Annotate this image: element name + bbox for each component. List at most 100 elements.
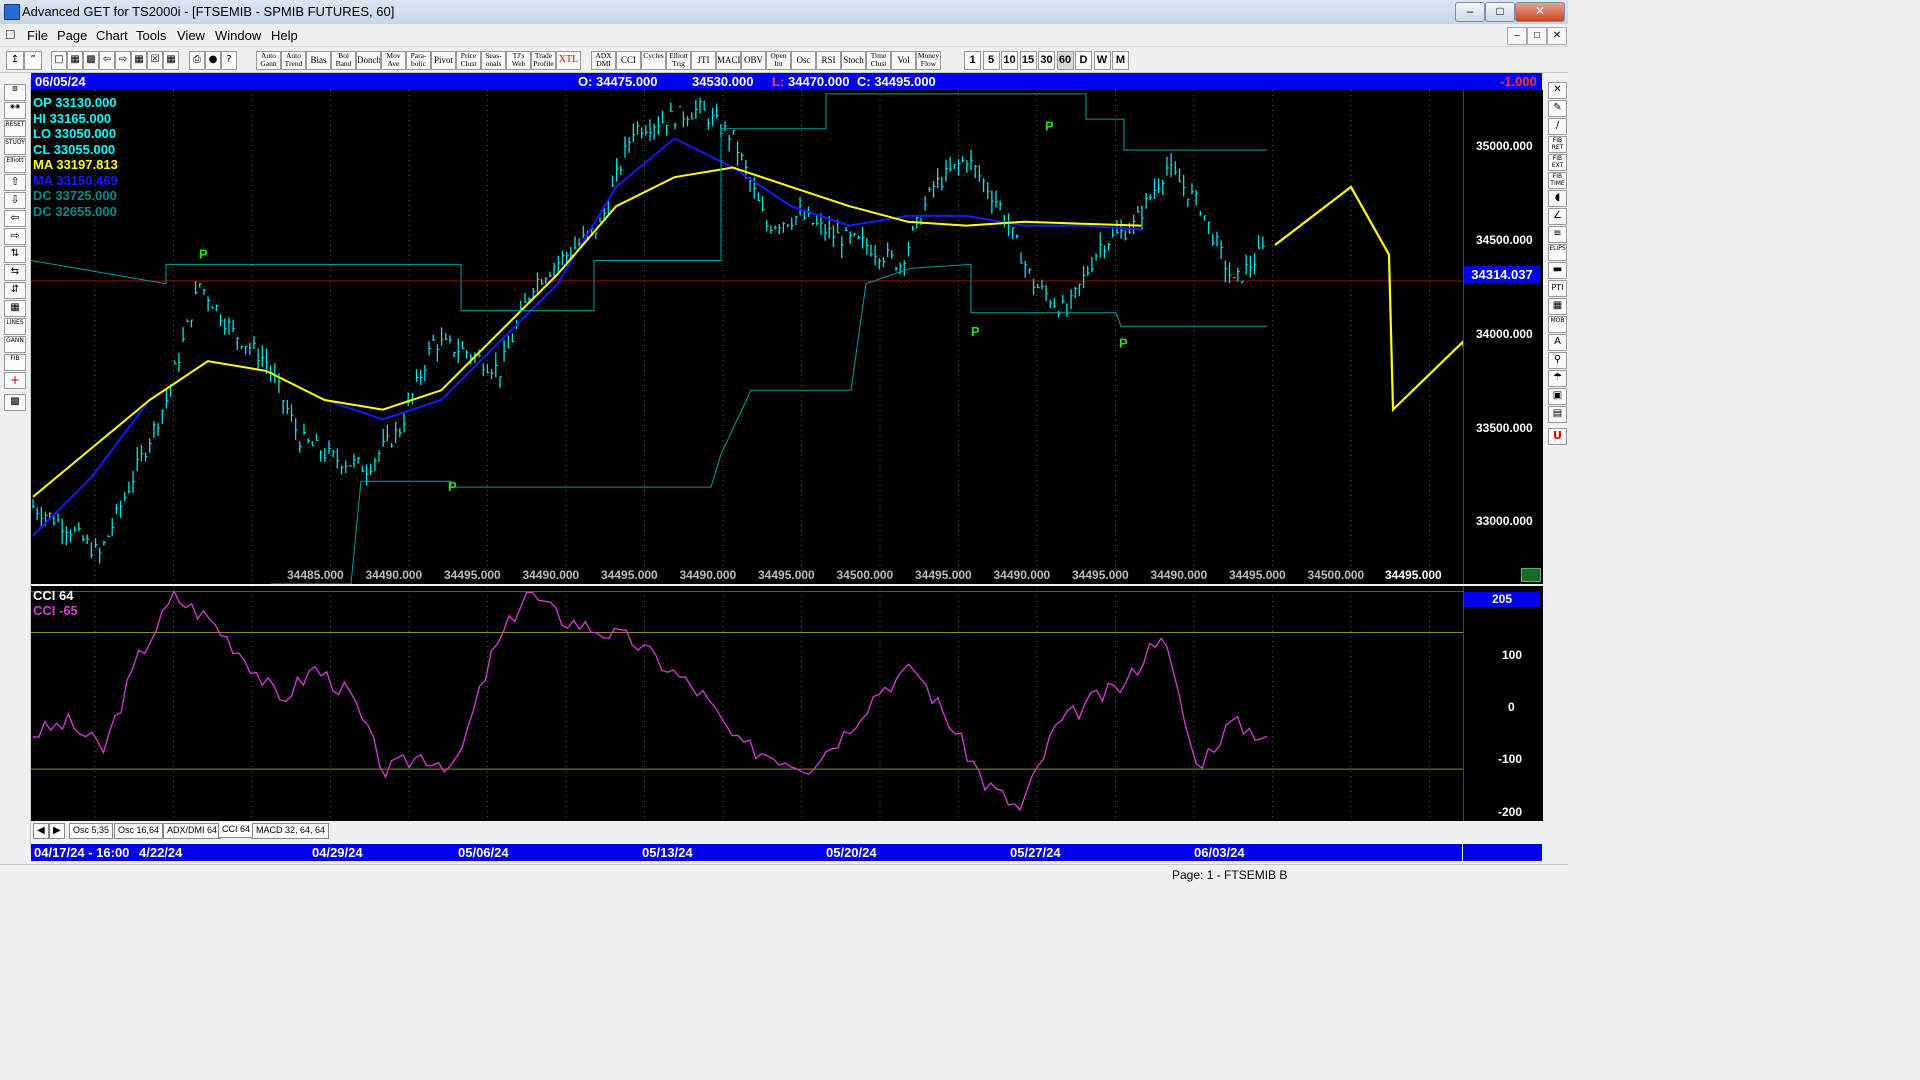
- study-button-mov-ave[interactable]: Mov Ave: [381, 51, 406, 70]
- tab-next-button[interactable]: ▶: [49, 823, 65, 839]
- period-button-30[interactable]: 30: [1038, 51, 1055, 70]
- menu-window[interactable]: Window: [215, 28, 261, 43]
- menu-chart[interactable]: Chart: [96, 28, 128, 43]
- study-button-auto-gann[interactable]: Auto Gann: [256, 51, 281, 70]
- channel-icon[interactable]: ≡: [1548, 226, 1567, 243]
- save-icon[interactable]: ▩: [83, 51, 99, 70]
- grid-icon[interactable]: ▦: [163, 51, 179, 70]
- compress-icon[interactable]: ⇵: [4, 282, 26, 299]
- arrow-down-icon[interactable]: ⇩: [4, 192, 26, 209]
- quote-icon[interactable]: ”: [24, 51, 42, 70]
- period-button-d[interactable]: D: [1075, 51, 1092, 70]
- cci-pane[interactable]: CCI 64 CCI -65 205 100 0 -100 -200: [31, 586, 1543, 821]
- study-button-open-int[interactable]: Open Int: [766, 51, 791, 70]
- menu-help[interactable]: Help: [271, 28, 298, 43]
- expand-vertical-icon[interactable]: ⇅: [4, 246, 26, 263]
- study-button-para-bolic[interactable]: Para-bolic: [406, 51, 431, 70]
- study-button-pivot[interactable]: Pivot: [431, 51, 456, 70]
- fan-icon[interactable]: ◖: [1548, 190, 1567, 207]
- menu-tools[interactable]: Tools: [136, 28, 166, 43]
- grid-tool-icon[interactable]: ▦: [1548, 298, 1567, 315]
- period-button-m[interactable]: M: [1112, 51, 1129, 70]
- study-button-price-clust[interactable]: Price Clust: [456, 51, 481, 70]
- fib-icon[interactable]: FIB: [4, 354, 26, 371]
- tab-osc-16-64[interactable]: Osc 16,64: [114, 823, 164, 839]
- study-button-cycles[interactable]: Cycles: [641, 51, 666, 70]
- study-button-rsi[interactable]: RSI: [816, 51, 841, 70]
- stamp-icon[interactable]: ▣: [1548, 388, 1567, 405]
- close-x-icon[interactable]: ✕: [1548, 82, 1567, 99]
- lines-icon[interactable]: LINES: [4, 318, 26, 335]
- trendline-icon[interactable]: ∕: [1548, 118, 1567, 135]
- tab-macd[interactable]: MACD 32, 64, 64: [252, 823, 330, 839]
- print-icon[interactable]: ⎙: [189, 51, 205, 70]
- study-button-elliott-trig[interactable]: Elliott Trig: [666, 51, 691, 70]
- zoom-icon[interactable]: ⚲: [1548, 352, 1567, 369]
- chart-corner-icon[interactable]: [1521, 568, 1541, 582]
- reset-icon[interactable]: RESET: [4, 120, 26, 137]
- properties-icon[interactable]: ▩: [4, 394, 26, 411]
- pti-icon[interactable]: PTI: [1548, 280, 1567, 297]
- binoculars-icon[interactable]: ◉◉: [4, 102, 26, 119]
- tab-cci[interactable]: CCI 64: [218, 823, 255, 838]
- help-icon[interactable]: ?: [221, 51, 237, 70]
- forward-icon[interactable]: ⇨: [115, 51, 131, 70]
- book-icon[interactable]: ▤: [1548, 406, 1567, 423]
- fib-ext-icon[interactable]: FIB EXT: [1548, 154, 1567, 171]
- study-button-stoch[interactable]: Stoch: [841, 51, 866, 70]
- arrow-up-icon[interactable]: ⇧: [4, 174, 26, 191]
- study-button-vol[interactable]: Vol: [891, 51, 916, 70]
- arrow-left-icon[interactable]: ⇦: [4, 210, 26, 227]
- study-button-bol-band[interactable]: Bol Band: [331, 51, 356, 70]
- mdi-restore-button[interactable]: □: [1527, 27, 1547, 45]
- table-icon[interactable]: ▦: [4, 300, 26, 317]
- study-button-xtl[interactable]: XTL: [556, 51, 581, 70]
- period-button-60[interactable]: 60: [1056, 51, 1074, 70]
- arrow-right-icon[interactable]: ⇨: [4, 228, 26, 245]
- mdi-close-button[interactable]: ✕: [1547, 27, 1567, 45]
- study-button-auto-trend[interactable]: Auto Trend: [281, 51, 306, 70]
- study-button-macd[interactable]: MACD: [716, 51, 741, 70]
- elliott-icon[interactable]: Elliott: [4, 156, 26, 173]
- delete-icon[interactable]: ☒: [147, 51, 163, 70]
- minimize-button[interactable]: –: [1455, 2, 1485, 22]
- menu-view[interactable]: View: [177, 28, 205, 43]
- study-button-osc[interactable]: Osc: [791, 51, 816, 70]
- period-button-15[interactable]: 15: [1019, 51, 1037, 70]
- period-button-10[interactable]: 10: [1001, 51, 1018, 70]
- menu-page[interactable]: Page: [57, 28, 87, 43]
- crosshair-icon[interactable]: +: [4, 372, 26, 389]
- study-button-bias[interactable]: Bias: [306, 51, 331, 70]
- pencil-icon[interactable]: ✎: [1548, 100, 1567, 117]
- folder-icon[interactable]: ▧: [4, 84, 26, 101]
- study-button-time-clust[interactable]: Time Clust: [866, 51, 891, 70]
- period-button-1[interactable]: 1: [964, 51, 981, 70]
- mdi-minimize-button[interactable]: –: [1507, 27, 1527, 45]
- tab-adx-dmi[interactable]: ADX/DMI 64: [163, 823, 222, 839]
- study-button-trade-profile[interactable]: Trade Profile: [531, 51, 556, 70]
- study-button-jti[interactable]: JTI: [691, 51, 716, 70]
- period-button-5[interactable]: 5: [982, 51, 1000, 70]
- gann-fan-icon[interactable]: ∠: [1548, 208, 1567, 225]
- price-chart-pane[interactable]: P P P P P OP 33130.000 HI 33165.000 LO 33050…: [31, 90, 1543, 584]
- hint-icon[interactable]: ●: [205, 51, 221, 70]
- tab-osc-5-35[interactable]: Osc 5,35: [69, 823, 114, 839]
- new-page-icon[interactable]: □: [51, 51, 67, 70]
- close-button[interactable]: ✕: [1515, 2, 1565, 22]
- study-button-cci[interactable]: CCI: [616, 51, 641, 70]
- study-button-tj-s-web[interactable]: TJ's Web: [506, 51, 531, 70]
- text-tool-icon[interactable]: A: [1548, 334, 1567, 351]
- study-button-seas-onals[interactable]: Seas-onals: [481, 51, 506, 70]
- period-button-w[interactable]: W: [1093, 51, 1111, 70]
- fib-ret-icon[interactable]: FIB RET: [1548, 136, 1567, 153]
- expand-horizontal-icon[interactable]: ⇆: [4, 264, 26, 281]
- study-button-money-flow[interactable]: Money Flow: [916, 51, 941, 70]
- study-button-obv[interactable]: OBV: [741, 51, 766, 70]
- ruler-icon[interactable]: ▬: [1548, 262, 1567, 279]
- back-icon[interactable]: ⇦: [99, 51, 115, 70]
- paint-icon[interactable]: ☂: [1548, 370, 1567, 387]
- study-icon[interactable]: STUDY: [4, 138, 26, 155]
- window-icon[interactable]: ▦: [131, 51, 147, 70]
- magnet-icon[interactable]: U: [1548, 428, 1567, 445]
- maximize-button[interactable]: □: [1485, 2, 1515, 22]
